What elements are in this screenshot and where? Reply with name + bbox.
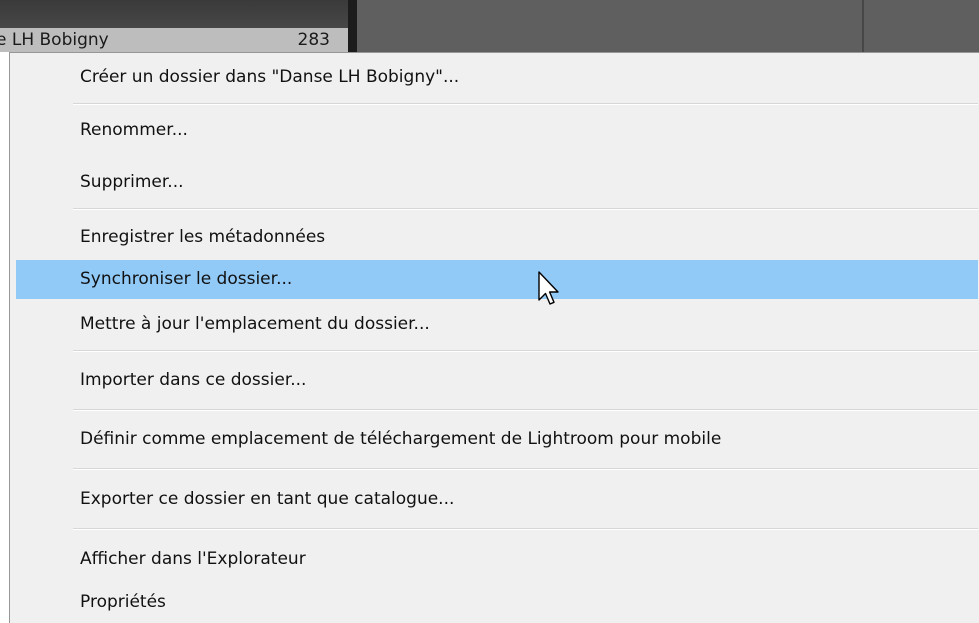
folder-photo-count: 283 (297, 30, 330, 50)
menu-item-label: Afficher dans l'Explorateur (80, 549, 306, 569)
menu-separator (73, 103, 978, 105)
menu-item-label: Importer dans ce dossier... (80, 370, 307, 390)
menu-item-label: Créer un dossier dans "Danse LH Bobigny"… (80, 67, 460, 87)
folder-context-menu: Créer un dossier dans "Danse LH Bobigny"… (9, 52, 979, 623)
menu-item-properties[interactable]: Propriétés (16, 588, 978, 617)
panel-divider (348, 0, 357, 52)
menu-item-label: Supprimer... (80, 172, 184, 192)
menu-item-set-mobile-download-location[interactable]: Définir comme emplacement de téléchargem… (16, 425, 978, 454)
menu-item-import-to-folder[interactable]: Importer dans ce dossier... (16, 366, 978, 395)
menu-item-label: Exporter ce dossier en tant que catalogu… (80, 489, 455, 509)
menu-item-label: Mettre à jour l'emplacement du dossier..… (80, 314, 430, 334)
grid-view-separator (862, 0, 864, 52)
menu-item-save-metadata[interactable]: Enregistrer les métadonnées (16, 223, 978, 252)
menu-separator (73, 468, 978, 470)
menu-item-update-folder-location[interactable]: Mettre à jour l'emplacement du dossier..… (16, 310, 978, 339)
menu-item-label: Propriétés (80, 592, 166, 612)
menu-item-delete[interactable]: Supprimer... (16, 168, 978, 197)
menu-item-label: Enregistrer les métadonnées (80, 227, 326, 247)
folder-row-selected[interactable]: e LH Bobigny 283 (0, 28, 348, 52)
grid-view-area (357, 0, 979, 52)
menu-item-label: Renommer... (80, 120, 188, 140)
arrow-pointer-icon (538, 271, 559, 305)
menu-item-rename[interactable]: Renommer... (16, 116, 978, 145)
menu-item-export-as-catalog[interactable]: Exporter ce dossier en tant que catalogu… (16, 485, 978, 514)
menu-separator (73, 528, 978, 530)
menu-separator (73, 208, 978, 210)
menu-item-synchronize-folder[interactable]: Synchroniser le dossier... (16, 260, 978, 299)
menu-item-label: Définir comme emplacement de téléchargem… (80, 429, 722, 449)
folder-name: e LH Bobigny (0, 30, 109, 50)
menu-separator (73, 409, 978, 411)
panel-header-strip (0, 0, 348, 28)
menu-item-create-folder[interactable]: Créer un dossier dans "Danse LH Bobigny"… (16, 63, 978, 92)
menu-item-show-in-explorer[interactable]: Afficher dans l'Explorateur (16, 545, 978, 574)
menu-item-label: Synchroniser le dossier... (80, 269, 293, 289)
menu-separator (73, 350, 978, 352)
